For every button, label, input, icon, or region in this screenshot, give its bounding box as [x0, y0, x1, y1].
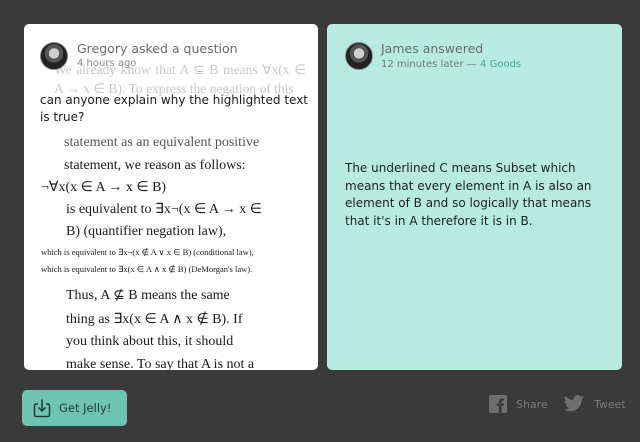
question-card[interactable]: We already know that A ⊆ B means ∀x(x ∈ …: [24, 24, 318, 370]
avatar-james[interactable]: [345, 42, 373, 70]
get-jelly-label: Get Jelly!: [59, 401, 112, 415]
tweet-label: Tweet: [594, 397, 626, 411]
document-line: you think about this, it should: [66, 334, 234, 349]
share-label: Share: [516, 397, 548, 411]
answer-card[interactable]: James answered 12 minutes later — 4 Good…: [327, 24, 622, 370]
twitter-share-button[interactable]: Tweet: [563, 394, 626, 414]
question-timestamp: 4 hours ago: [77, 58, 137, 69]
avatar-gregory[interactable]: [40, 42, 68, 70]
download-icon: [33, 399, 51, 418]
answer-timestamp: 12 minutes later: [381, 59, 464, 70]
document-line: B) (quantifier negation law),: [66, 224, 227, 239]
facebook-icon: [489, 395, 507, 413]
meta-separator: —: [466, 59, 477, 70]
answer-meta: 12 minutes later — 4 Goods: [381, 59, 521, 70]
goods-count[interactable]: 4 Goods: [480, 59, 521, 70]
document-line: statement as an equivalent positive: [64, 135, 260, 150]
document-line: which is equivalent to ∃x¬(x ∉ A ∨ x ∈ B…: [41, 247, 254, 257]
twitter-icon: [563, 395, 584, 412]
document-line: make sense. To say that A is not a: [66, 357, 255, 370]
document-line: thing as ∃x(x ∈ A ∧ x ∉ B). If: [66, 312, 243, 327]
answer-text: The underlined C means Subset which mean…: [345, 161, 592, 228]
document-line: Thus, A ⊈ B means the same: [66, 288, 230, 303]
question-text: can anyone explain why the highlighted t…: [40, 93, 309, 124]
document-line: is equivalent to ∃x¬(x ∈ A → x ∈: [66, 202, 262, 217]
question-author[interactable]: Gregory asked a question: [77, 41, 238, 56]
document-line: which is equivalent to ∃x(x ∈ A ∧ x ∉ B)…: [41, 264, 253, 274]
document-line: ¬∀x(x ∈ A → x ∈ B): [41, 180, 167, 195]
facebook-share-button[interactable]: Share: [489, 394, 548, 414]
document-line: statement, we reason as follows:: [64, 158, 246, 173]
get-jelly-button[interactable]: Get Jelly!: [22, 390, 127, 426]
answer-author[interactable]: James answered: [381, 41, 483, 56]
